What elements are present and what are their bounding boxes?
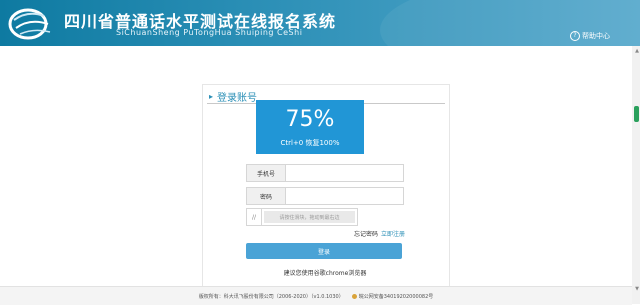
login-button[interactable]: 登录: [246, 243, 402, 259]
police-record[interactable]: 皖公网安备34019202000082号: [351, 293, 434, 300]
phone-row: 手机号: [246, 164, 404, 182]
zoom-popup: 75% Ctrl+0 恢复100%: [256, 100, 364, 154]
password-input[interactable]: [286, 188, 403, 204]
scroll-up-icon[interactable]: ▲: [635, 48, 639, 54]
zoom-percent: 75%: [285, 107, 335, 132]
footer: 版权所有：科大讯飞股份有限公司（2006-2020）（v1.0.1030） 皖公…: [0, 286, 632, 305]
header-banner: 四川省普通话水平测试在线报名系统 SiChuanSheng PuTongHua …: [0, 0, 640, 46]
zoom-reset-hint: Ctrl+0 恢复100%: [280, 139, 340, 147]
account-links: 忘记密码 立即注册: [354, 229, 405, 238]
password-row: 密码: [246, 187, 404, 205]
help-center-link[interactable]: ? 帮助中心: [570, 31, 610, 41]
login-panel-title: 登录账号: [217, 93, 258, 104]
logo-icon: [8, 8, 51, 40]
forgot-password-link[interactable]: 忘记密码: [354, 231, 378, 238]
register-link[interactable]: 立即注册: [381, 231, 405, 238]
system-title-pinyin: SiChuanSheng PuTongHua Shuiping CeShi: [116, 28, 303, 37]
help-icon: ?: [570, 31, 580, 41]
police-record-text: 皖公网安备34019202000082号: [358, 293, 434, 300]
browser-tip: 建议您使用谷歌chrome浏览器: [283, 270, 367, 277]
scrollbar-thumb[interactable]: [634, 106, 639, 122]
arrow-right-icon: ▸: [209, 92, 214, 101]
page-scrollbar[interactable]: [632, 46, 640, 304]
scroll-down-icon[interactable]: ▼: [635, 286, 639, 292]
phone-label: 手机号: [247, 165, 286, 181]
phone-input[interactable]: [286, 165, 403, 181]
password-label: 密码: [247, 188, 286, 204]
slider-captcha-text: 请按住滑块，拖动到最右边: [264, 211, 355, 223]
copyright-text: 版权所有：科大讯飞股份有限公司（2006-2020）（v1.0.1030）: [198, 293, 344, 300]
help-center-label: 帮助中心: [582, 32, 610, 40]
login-panel-header: ▸ 登录账号: [209, 89, 257, 104]
slider-captcha[interactable]: // 请按住滑块，拖动到最右边: [246, 208, 358, 226]
police-badge-icon: [351, 293, 357, 299]
slider-handle-icon[interactable]: //: [247, 209, 262, 225]
